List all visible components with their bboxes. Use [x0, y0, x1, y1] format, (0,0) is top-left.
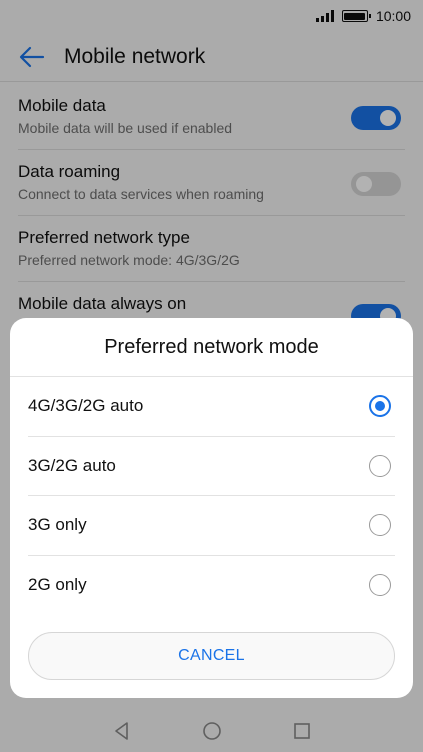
option-label: 4G/3G/2G auto: [28, 396, 144, 416]
dialog-title: Preferred network mode: [10, 318, 413, 377]
option-label: 3G only: [28, 515, 87, 535]
radio-unselected-icon[interactable]: [369, 514, 391, 536]
option-3g-2g-auto[interactable]: 3G/2G auto: [28, 437, 395, 496]
option-4g-3g-2g-auto[interactable]: 4G/3G/2G auto: [28, 377, 395, 437]
preferred-network-mode-dialog: Preferred network mode 4G/3G/2G auto 3G/…: [10, 318, 413, 698]
radio-unselected-icon[interactable]: [369, 573, 391, 596]
radio-selected-icon[interactable]: [369, 395, 391, 417]
option-2g-only[interactable]: 2G only: [28, 556, 395, 616]
option-label: 2G only: [28, 575, 87, 595]
option-3g-only[interactable]: 3G only: [28, 496, 395, 556]
cancel-button[interactable]: CANCEL: [28, 632, 395, 680]
radio-unselected-icon[interactable]: [369, 454, 391, 477]
option-label: 3G/2G auto: [28, 455, 116, 475]
